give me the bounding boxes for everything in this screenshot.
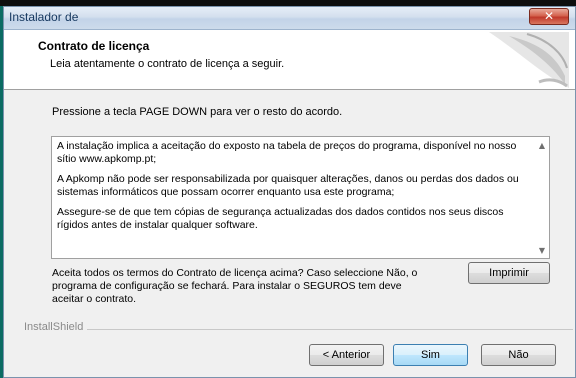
scroll-up-icon[interactable]: ▲ <box>539 141 545 150</box>
installer-window: Instalador de ✕ Contrato de licença Leia… <box>3 6 576 378</box>
license-paragraph: A Apkomp não pode ser responsabilizada p… <box>57 173 519 198</box>
accept-question: Aceita todos os termos do Contrato de li… <box>52 267 418 305</box>
license-content: A instalação implica a aceitação do expo… <box>57 140 522 239</box>
window-title: Instalador de <box>9 10 79 24</box>
close-icon: ✕ <box>543 9 555 23</box>
no-button[interactable]: Não <box>481 344 556 366</box>
yes-button[interactable]: Sim <box>393 344 468 366</box>
wizard-header: Contrato de licença Leia atentamente o c… <box>4 30 575 90</box>
header-graphic-icon <box>489 32 569 88</box>
print-button[interactable]: Imprimir <box>468 262 550 284</box>
installshield-label: InstallShield <box>24 321 88 333</box>
license-paragraph: A instalação implica a aceitação do expo… <box>57 140 517 165</box>
license-paragraph: Assegure-se de que tem cópias de seguran… <box>57 206 504 231</box>
close-button[interactable]: ✕ <box>529 8 569 25</box>
page-title: Contrato de licença <box>38 39 150 53</box>
scroll-down-icon[interactable]: ▼ <box>539 246 545 255</box>
footer-divider <box>24 329 573 330</box>
page-subtitle: Leia atentamente o contrato de licença a… <box>50 58 285 70</box>
license-textbox[interactable]: A instalação implica a aceitação do expo… <box>51 136 550 259</box>
back-button[interactable]: < Anterior <box>309 344 384 366</box>
instruction-text: Pressione a tecla PAGE DOWN para ver o r… <box>52 106 343 118</box>
license-scrollbar[interactable]: ▲ ▼ <box>532 137 549 258</box>
title-bar[interactable]: Instalador de ✕ <box>4 7 575 30</box>
